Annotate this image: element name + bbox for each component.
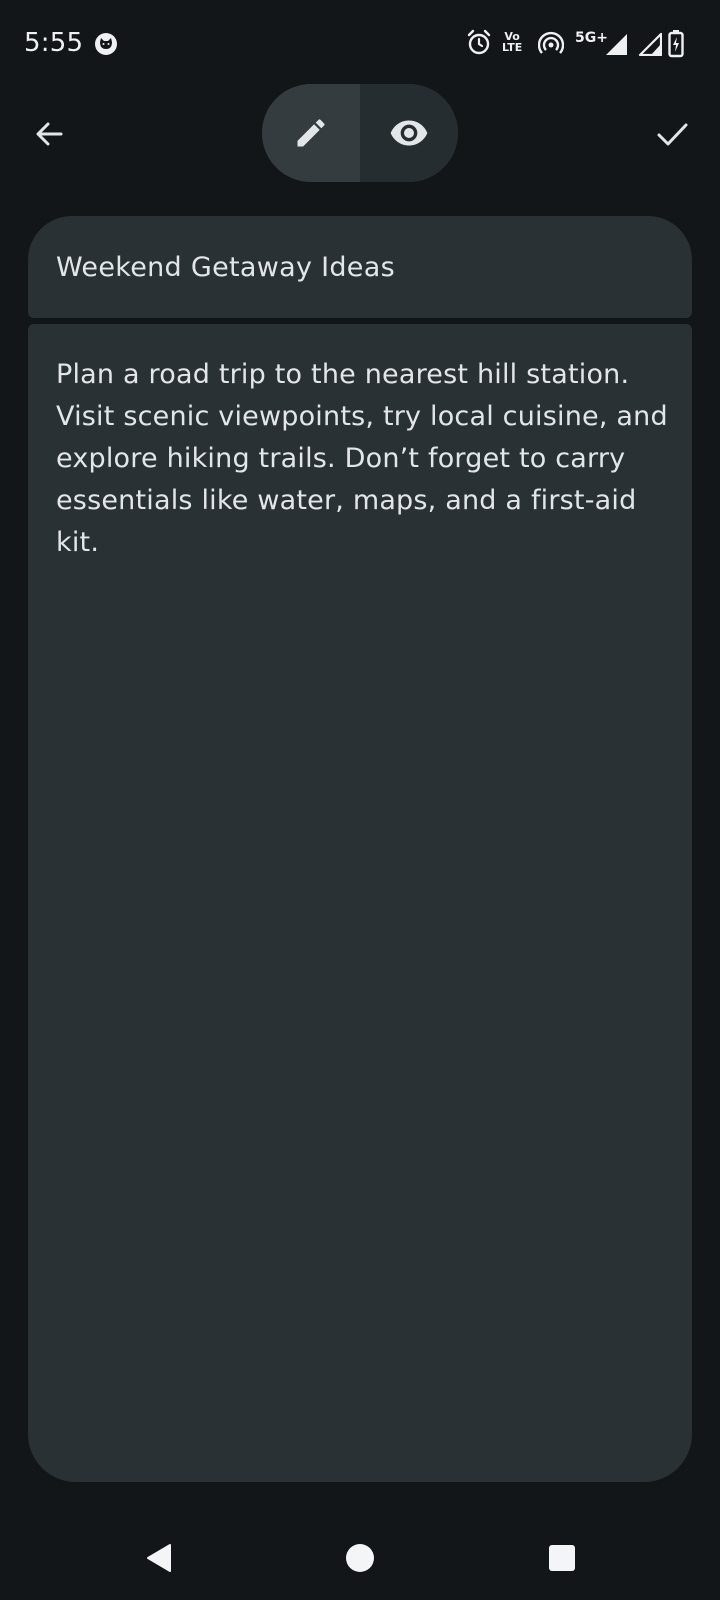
back-button[interactable] xyxy=(21,106,77,162)
volte-icon: Vo LTE xyxy=(502,31,522,53)
signal-icon xyxy=(638,32,662,56)
recents-square-icon xyxy=(549,1545,575,1571)
alarm-icon xyxy=(467,29,491,55)
system-nav-bar xyxy=(0,1516,720,1600)
checkmark-icon xyxy=(657,123,688,146)
note-title-field[interactable]: Weekend Getaway Ideas xyxy=(28,216,692,318)
volte-bottom-label: LTE xyxy=(502,41,523,54)
editor-toolbar xyxy=(0,84,720,184)
eye-icon xyxy=(390,120,428,146)
status-bar: 5:55 Vo LTE 5G+ xyxy=(0,0,720,88)
note-title-text: Weekend Getaway Ideas xyxy=(56,252,395,283)
save-button[interactable] xyxy=(644,106,700,162)
home-circle-icon xyxy=(346,1544,374,1572)
arrow-back-icon xyxy=(36,122,63,146)
back-triangle-icon xyxy=(147,1544,171,1572)
nav-home-button[interactable] xyxy=(328,1526,392,1590)
note-body-text: Plan a road trip to the nearest hill sta… xyxy=(56,359,668,558)
edit-mode-button[interactable] xyxy=(262,84,360,182)
hotspot-icon xyxy=(538,31,564,54)
status-icons: Vo LTE 5G+ xyxy=(466,28,700,60)
nav-back-button[interactable] xyxy=(128,1526,192,1590)
status-time: 5:55 xyxy=(24,28,84,58)
mode-toggle xyxy=(262,84,458,182)
battery-charging-icon xyxy=(668,30,684,58)
cat-face-icon xyxy=(95,33,117,55)
pencil-icon xyxy=(297,119,325,147)
note-body-field[interactable]: Plan a road trip to the nearest hill sta… xyxy=(28,324,692,1482)
preview-mode-button[interactable] xyxy=(360,84,458,182)
nav-recents-button[interactable] xyxy=(530,1526,594,1590)
signal-icon xyxy=(606,34,627,55)
